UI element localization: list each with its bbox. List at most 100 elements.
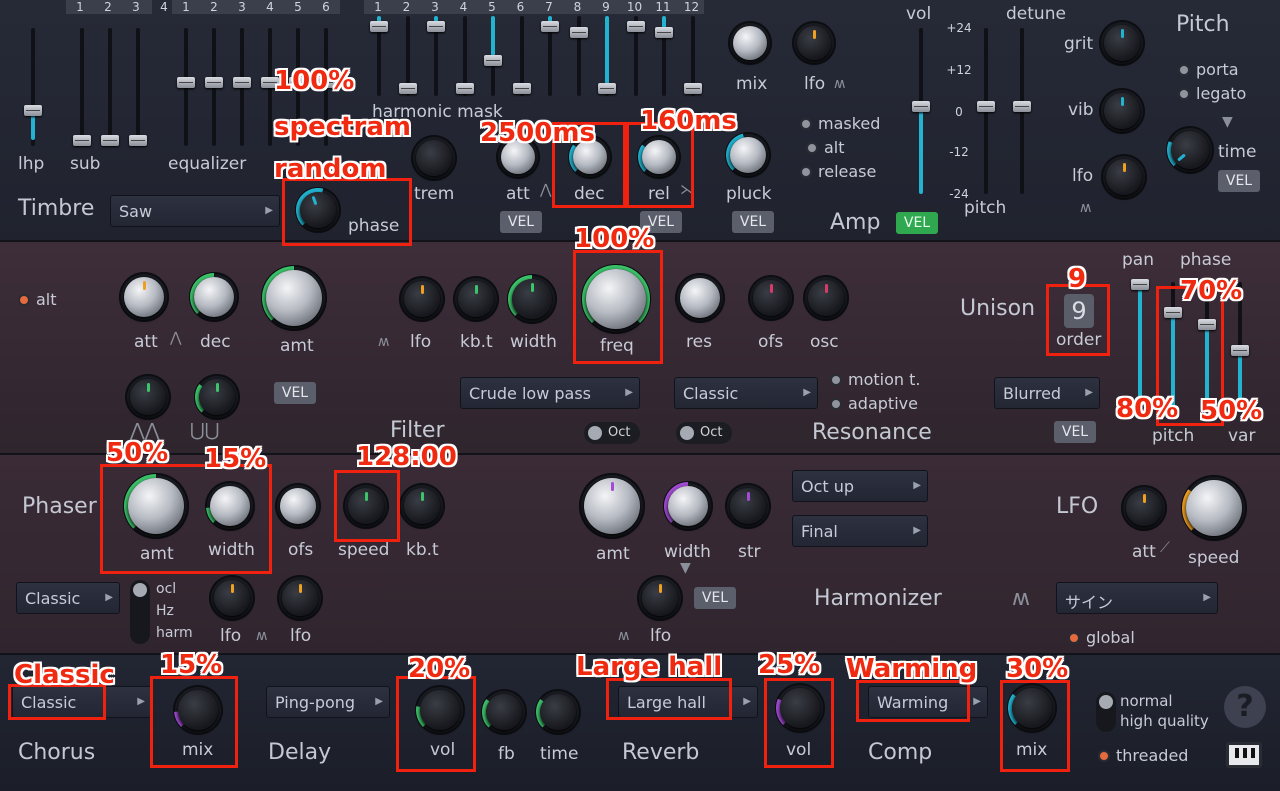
- harm-amt-knob[interactable]: [579, 473, 645, 539]
- lfo-speed-knob[interactable]: [1181, 475, 1247, 541]
- phaser-kbt-knob[interactable]: [399, 483, 445, 529]
- quality-switch[interactable]: [1096, 692, 1116, 732]
- adaptive-radio[interactable]: adaptive: [830, 394, 918, 413]
- hz-option[interactable]: Hz: [156, 604, 174, 618]
- delay-fb-knob[interactable]: [481, 689, 527, 735]
- phaser-ofs-knob[interactable]: [275, 483, 321, 529]
- filter-kbt-knob[interactable]: [453, 276, 499, 322]
- trem-knob[interactable]: [411, 135, 457, 181]
- harmonic-slider-thumb[interactable]: [626, 21, 645, 32]
- timbre-dropdown[interactable]: Saw ▶: [110, 195, 280, 227]
- high-quality-option[interactable]: high quality: [1120, 714, 1209, 729]
- mix-knob[interactable]: [728, 21, 772, 65]
- detune-slider-thumb[interactable]: [977, 101, 995, 112]
- harmonic-slider-thumb[interactable]: [455, 83, 474, 94]
- harmonic-slider-thumb[interactable]: [512, 83, 531, 94]
- harmonic-slider-thumb[interactable]: [569, 27, 588, 38]
- amp-lfo-knob[interactable]: [792, 21, 836, 65]
- filter-alt-radio[interactable]: alt: [18, 290, 57, 309]
- masked-radio[interactable]: masked: [800, 114, 880, 133]
- sub-slider-thumb[interactable]: [129, 135, 147, 146]
- filter-env-knob[interactable]: [125, 374, 171, 420]
- global-radio[interactable]: global: [1068, 628, 1135, 647]
- amp-vel-button[interactable]: VEL: [896, 212, 938, 234]
- filter-ofs-knob[interactable]: [748, 275, 794, 321]
- normal-option[interactable]: normal: [1120, 694, 1173, 709]
- sub-slider-thumb[interactable]: [101, 135, 119, 146]
- annotation-text: 128:00: [356, 442, 457, 472]
- vib-knob[interactable]: [1099, 88, 1145, 134]
- unison-var-slider-thumb[interactable]: [1231, 345, 1249, 356]
- release-radio[interactable]: release: [800, 162, 876, 181]
- filter-env2-knob[interactable]: [194, 374, 240, 420]
- vib-label: vib: [1068, 100, 1094, 120]
- filter-dec-knob[interactable]: [189, 272, 239, 322]
- filter-res-knob[interactable]: [675, 273, 725, 323]
- portamento-time-knob[interactable]: [1166, 126, 1214, 174]
- radio-icon: [1178, 88, 1190, 100]
- oct-toggle[interactable]: Oct: [584, 422, 640, 444]
- filter-att-knob[interactable]: [119, 272, 169, 322]
- filter-lfo-knob[interactable]: [399, 276, 445, 322]
- att-vel-button[interactable]: VEL: [500, 211, 542, 233]
- filter-mode-dropdown[interactable]: Classic ▶: [674, 377, 818, 409]
- pitch-lfo-knob[interactable]: [1101, 154, 1147, 200]
- final-dropdown[interactable]: Final ▶: [792, 515, 928, 547]
- harmonic-slider-thumb[interactable]: [484, 55, 502, 66]
- eq-slider-thumb[interactable]: [177, 77, 195, 88]
- eq-slider-thumb[interactable]: [205, 77, 223, 88]
- delay-time-knob[interactable]: [535, 689, 581, 735]
- filter-type-dropdown[interactable]: Crude low pass ▶: [460, 377, 640, 409]
- harmonic-slider-thumb[interactable]: [398, 83, 417, 94]
- pluck-knob[interactable]: [725, 132, 771, 178]
- harm-lfo-knob[interactable]: [637, 575, 683, 621]
- alt-label: alt: [824, 138, 845, 157]
- pluck-vel-button[interactable]: VEL: [732, 211, 774, 233]
- oct-toggle[interactable]: Oct: [676, 422, 732, 444]
- harm-option[interactable]: harm: [156, 626, 193, 640]
- motion-radio[interactable]: motion t.: [830, 370, 920, 389]
- pitch-vel-button[interactable]: VEL: [1218, 170, 1260, 192]
- phaser-lfo2-knob[interactable]: [277, 575, 323, 621]
- alt-radio[interactable]: alt: [806, 138, 845, 157]
- delay-mode-dropdown[interactable]: Ping-pong ▶: [266, 686, 390, 718]
- phaser-mode-dropdown[interactable]: Classic ▶: [16, 582, 120, 614]
- phaser-lfo1-knob[interactable]: [209, 575, 255, 621]
- filter-amt-knob[interactable]: [261, 265, 327, 331]
- harm-str-knob[interactable]: [725, 483, 771, 529]
- unison-pan-slider-thumb[interactable]: [1131, 279, 1149, 290]
- harmonic-slider-thumb[interactable]: [598, 83, 616, 94]
- filter-width-knob[interactable]: [507, 274, 557, 324]
- harmonic-slider-thumb[interactable]: [655, 27, 673, 38]
- filter-osc-knob[interactable]: [803, 275, 849, 321]
- vol-slider-thumb[interactable]: [912, 101, 930, 112]
- phaser-unit-switch[interactable]: [130, 580, 150, 644]
- knob-cap: [1171, 131, 1209, 169]
- threaded-radio[interactable]: threaded: [1098, 746, 1188, 765]
- harmonic-slider-thumb[interactable]: [683, 83, 702, 94]
- legato-radio[interactable]: legato: [1178, 84, 1246, 103]
- porta-radio[interactable]: porta: [1178, 60, 1239, 79]
- eq-slider-thumb[interactable]: [233, 77, 251, 88]
- harm-width-knob[interactable]: [663, 481, 713, 531]
- sub-slider-thumb[interactable]: [73, 135, 91, 146]
- lhp-slider-thumb[interactable]: [24, 105, 42, 116]
- harmonic-slider-thumb[interactable]: [427, 21, 445, 32]
- knob-indicator: [1122, 162, 1126, 172]
- ocl-option[interactable]: ocl: [156, 582, 176, 596]
- harm-vel-button[interactable]: VEL: [694, 587, 736, 609]
- help-button[interactable]: ?: [1224, 686, 1266, 728]
- unison-vel-button[interactable]: VEL: [1054, 421, 1096, 443]
- lfo-att-knob[interactable]: [1121, 485, 1167, 531]
- keyboard-icon[interactable]: [1226, 742, 1262, 768]
- grit-knob[interactable]: [1099, 20, 1145, 66]
- lfo-wave-dropdown[interactable]: サイン ▶: [1056, 582, 1218, 614]
- harmonic-slider-thumb[interactable]: [541, 21, 559, 32]
- sub-slider-track: [108, 28, 112, 146]
- filter-vel-button[interactable]: VEL: [274, 382, 316, 404]
- oct-up-dropdown[interactable]: Oct up ▶: [792, 470, 928, 502]
- unison-mode-dropdown[interactable]: Blurred ▶: [994, 377, 1100, 409]
- harmonic-slider-thumb[interactable]: [370, 21, 388, 32]
- detune-slider-thumb[interactable]: [1013, 101, 1031, 112]
- slider-index-label: 10: [626, 0, 643, 14]
